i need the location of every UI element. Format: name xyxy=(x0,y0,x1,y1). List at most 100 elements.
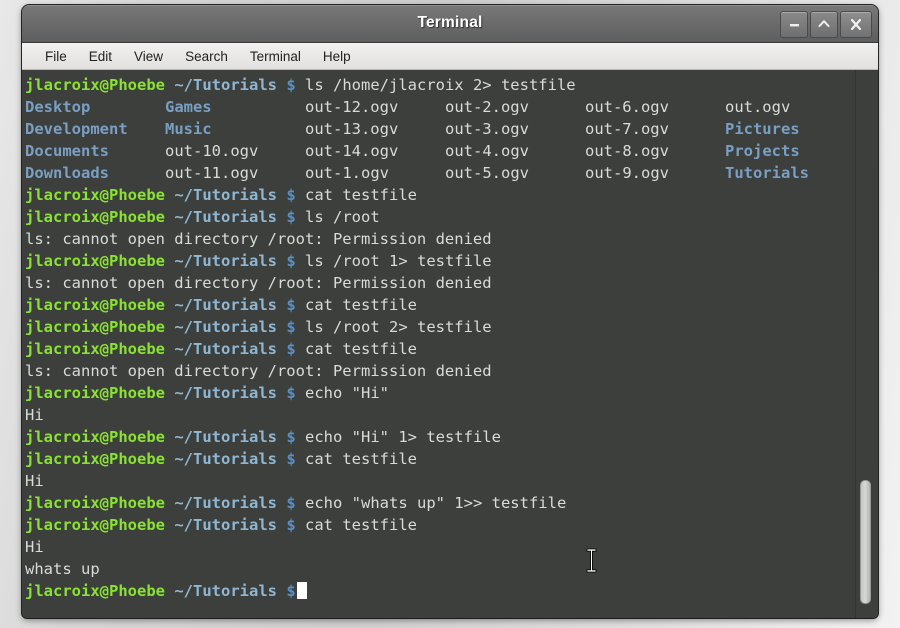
scrollbar-thumb[interactable] xyxy=(860,480,871,604)
ls-directory-name: Documents xyxy=(25,142,109,160)
prompt-symbol: $ xyxy=(286,296,296,314)
menu-item-edit[interactable]: Edit xyxy=(78,46,123,67)
prompt-symbol: $ xyxy=(286,582,296,600)
ls-directory-name: Downloads xyxy=(25,164,109,182)
ls-file-name: out-11.ogv xyxy=(165,164,259,182)
ls-directory-name: Tutorials xyxy=(725,164,809,182)
terminal-text-cursor xyxy=(296,582,307,599)
prompt-path: ~/Tutorials xyxy=(174,494,277,512)
maximize-button[interactable] xyxy=(810,11,838,38)
terminal-output-text: ls: cannot open directory /root: Permiss… xyxy=(25,274,492,292)
menu-item-view[interactable]: View xyxy=(123,46,174,67)
ls-file-name: out-8.ogv xyxy=(585,142,669,160)
terminal-command: ls /home/jlacroix 2> testfile xyxy=(295,76,576,94)
terminal-prompt-line: jlacroix@Phoebe ~/Tutorials $ ls /root 2… xyxy=(25,316,856,338)
prompt-user-host: jlacroix@Phoebe xyxy=(25,494,165,512)
prompt-symbol: $ xyxy=(286,76,296,94)
ls-file-name: out-10.ogv xyxy=(165,142,259,160)
terminal-output-text: ls: cannot open directory /root: Permiss… xyxy=(25,362,492,380)
terminal-command: cat testfile xyxy=(295,296,417,314)
prompt-path: ~/Tutorials xyxy=(174,296,277,314)
prompt-path: ~/Tutorials xyxy=(174,428,277,446)
terminal-ls-row: Downloads out-11.ogv out-1.ogv out-5.ogv… xyxy=(25,162,856,184)
ls-directory-name: Development xyxy=(25,120,128,138)
terminal-output-text: Hi xyxy=(25,406,44,424)
menu-item-file[interactable]: File xyxy=(34,46,78,67)
prompt-path: ~/Tutorials xyxy=(174,252,277,270)
ls-directory-name: Music xyxy=(164,120,212,138)
terminal-prompt-line: jlacroix@Phoebe ~/Tutorials $ cat testfi… xyxy=(25,184,856,206)
menu-item-search[interactable]: Search xyxy=(174,46,239,67)
prompt-user-host: jlacroix@Phoebe xyxy=(25,208,165,226)
ls-file-name: out-5.ogv xyxy=(445,164,529,182)
minimize-icon xyxy=(788,18,801,31)
prompt-symbol: $ xyxy=(286,340,296,358)
terminal-command: ls /root xyxy=(295,208,380,226)
minimize-button[interactable] xyxy=(780,11,808,38)
ls-directory-name: Desktop xyxy=(25,98,91,116)
terminal-prompt-line: jlacroix@Phoebe ~/Tutorials $ cat testfi… xyxy=(25,294,856,316)
terminal-prompt-line: jlacroix@Phoebe ~/Tutorials $ cat testfi… xyxy=(25,448,856,470)
terminal-ls-row: Development Music out-13.ogv out-3.ogv o… xyxy=(25,118,856,140)
terminal-output-line: whats up xyxy=(25,558,856,580)
prompt-user-host: jlacroix@Phoebe xyxy=(25,582,165,600)
terminal-command: echo "Hi" 1> testfile xyxy=(295,428,501,446)
ls-file-name: out-14.ogv xyxy=(305,142,399,160)
terminal-prompt-line: jlacroix@Phoebe ~/Tutorials $ echo "Hi" … xyxy=(25,426,856,448)
ls-file-name: out-4.ogv xyxy=(445,142,529,160)
terminal-command: echo "whats up" 1>> testfile xyxy=(295,494,567,512)
terminal-ls-row: Desktop Games out-12.ogv out-2.ogv out-6… xyxy=(25,96,878,118)
ls-file-name: out.ogv xyxy=(724,98,791,116)
prompt-symbol: $ xyxy=(286,494,296,512)
ls-file-name: out-1.ogv xyxy=(305,164,389,182)
terminal-output-line: Hi xyxy=(25,470,856,492)
terminal-screen[interactable]: jlacroix@Phoebe ~/Tutorials $ ls /home/j… xyxy=(22,70,878,618)
window-controls xyxy=(780,11,872,38)
menu-item-help[interactable]: Help xyxy=(312,46,362,67)
ls-file-name: out-13.ogv xyxy=(304,120,399,138)
prompt-user-host: jlacroix@Phoebe xyxy=(25,318,165,336)
ls-file-name: out-7.ogv xyxy=(584,120,669,138)
terminal-command: cat testfile xyxy=(295,340,417,358)
window-title: Terminal xyxy=(417,14,483,31)
prompt-path: ~/Tutorials xyxy=(174,384,277,402)
prompt-user-host: jlacroix@Phoebe xyxy=(25,296,165,314)
prompt-user-host: jlacroix@Phoebe xyxy=(25,428,165,446)
prompt-symbol: $ xyxy=(286,516,296,534)
terminal-command: ls /root 1> testfile xyxy=(295,252,492,270)
prompt-symbol: $ xyxy=(286,450,296,468)
ls-file-name: out-3.ogv xyxy=(444,120,529,138)
prompt-path: ~/Tutorials xyxy=(174,450,277,468)
prompt-user-host: jlacroix@Phoebe xyxy=(25,186,165,204)
terminal-command: cat testfile xyxy=(295,186,417,204)
menu-bar: File Edit View Search Terminal Help xyxy=(22,43,878,70)
prompt-path: ~/Tutorials xyxy=(174,582,277,600)
terminal-command: ls /root 2> testfile xyxy=(295,318,492,336)
terminal-ls-row: Documents out-10.ogv out-14.ogv out-4.og… xyxy=(25,140,856,162)
terminal-output-text: Hi xyxy=(25,538,44,556)
terminal-window: Terminal File Edit View Search Terminal … xyxy=(22,5,878,618)
ls-directory-name: Games xyxy=(164,98,212,116)
prompt-user-host: jlacroix@Phoebe xyxy=(25,252,165,270)
close-icon xyxy=(848,17,864,32)
prompt-user-host: jlacroix@Phoebe xyxy=(25,76,165,94)
terminal-prompt-line: jlacroix@Phoebe ~/Tutorials $ cat testfi… xyxy=(25,514,856,536)
terminal-output-line: Hi xyxy=(25,536,856,558)
terminal-output-text: whats up xyxy=(25,560,100,578)
terminal-output-line: ls: cannot open directory /root: Permiss… xyxy=(25,228,856,250)
prompt-symbol: $ xyxy=(286,208,296,226)
prompt-user-host: jlacroix@Phoebe xyxy=(25,340,165,358)
terminal-command: cat testfile xyxy=(295,450,417,468)
prompt-symbol: $ xyxy=(286,186,296,204)
close-button[interactable] xyxy=(840,11,872,38)
ls-directory-name: Pictures xyxy=(724,120,800,138)
window-titlebar[interactable]: Terminal xyxy=(22,5,878,43)
terminal-body[interactable]: jlacroix@Phoebe ~/Tutorials $ ls /home/j… xyxy=(22,70,878,618)
terminal-command: echo "Hi" xyxy=(295,384,389,402)
menu-item-terminal[interactable]: Terminal xyxy=(239,46,312,67)
terminal-scrollbar[interactable] xyxy=(855,70,878,618)
maximize-icon xyxy=(817,18,831,31)
prompt-symbol: $ xyxy=(286,428,296,446)
prompt-path: ~/Tutorials xyxy=(174,186,277,204)
terminal-prompt-line: jlacroix@Phoebe ~/Tutorials $ echo "what… xyxy=(25,492,856,514)
